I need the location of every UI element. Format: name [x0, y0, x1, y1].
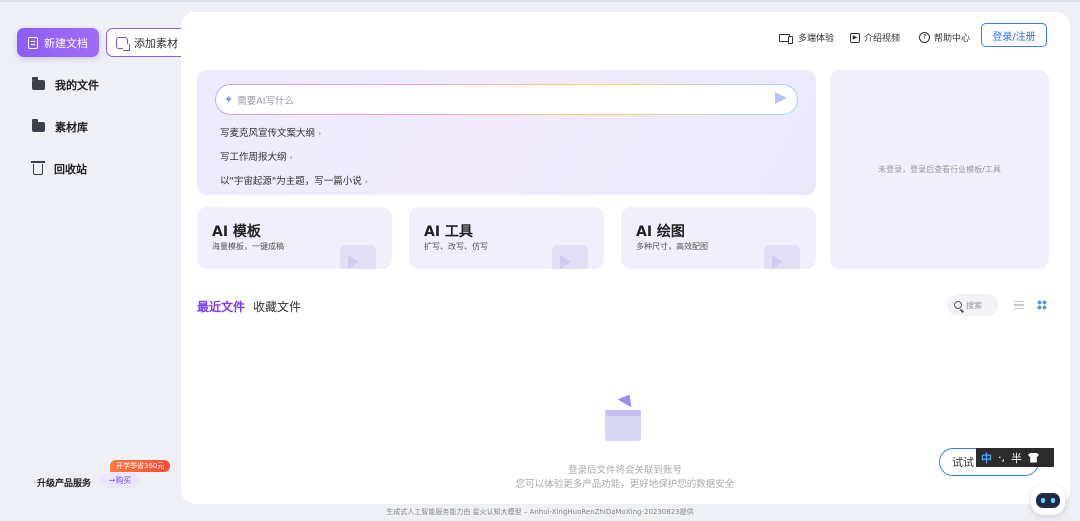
new-document-label: 新建文档	[44, 36, 88, 50]
send-icon[interactable]	[775, 92, 787, 104]
search-icon	[954, 301, 962, 309]
template-illustration-icon	[340, 245, 376, 269]
chevron-right-icon: ›	[289, 153, 293, 162]
prompt-suggestion[interactable]: 写工作周报大纲 ›	[220, 149, 293, 163]
chevron-right-icon: ›	[318, 129, 322, 138]
ai-template-card[interactable]: AI 模板 海量模板，一键成稿	[197, 207, 392, 269]
tool-card-subtitle: 多种尺寸，高效配图	[636, 242, 708, 251]
industry-templates-panel: 未登录，登录后查看行业模板/工具	[830, 70, 1049, 269]
search-placeholder: 搜索	[966, 300, 982, 310]
ime-toolbar[interactable]: 中 ·, 半	[976, 448, 1054, 467]
help-icon: ?	[919, 32, 930, 43]
drawing-illustration-icon	[764, 245, 800, 269]
help-center-label: 帮助中心	[934, 34, 971, 44]
chevron-right-icon: ›	[364, 177, 368, 186]
add-material-button[interactable]: 添加素材	[106, 28, 188, 57]
login-hint-text: 未登录，登录后查看行业模板/工具	[878, 165, 1001, 174]
folder-icon	[32, 119, 45, 132]
help-center-link[interactable]: ? 帮助中心	[919, 31, 970, 44]
ime-punctuation: ·,	[998, 451, 1005, 464]
play-icon: ▶	[850, 32, 860, 43]
ai-prompt-input[interactable]: ✦ 需要AI写什么	[215, 84, 798, 115]
file-search-input[interactable]: 搜索	[947, 294, 998, 316]
empty-state-line2: 您可以体验更多产品功能，更好地保护您的数据安全	[515, 479, 735, 490]
intro-video-label: 介绍视频	[864, 34, 901, 44]
add-material-icon	[116, 36, 130, 51]
prompt-suggestion[interactable]: 以"宇宙起源"为主题，写一篇小说 ›	[220, 173, 368, 187]
ai-drawing-card[interactable]: AI 绘图 多种尺寸，高效配图	[621, 207, 816, 269]
trash-icon	[31, 160, 45, 175]
tool-card-title: AI 绘图	[636, 224, 685, 240]
document-icon	[28, 36, 38, 49]
sidebar-item-my-files[interactable]: 我的文件	[32, 77, 99, 93]
tool-card-title: AI 模板	[212, 224, 261, 240]
login-register-button[interactable]: 登录/注册	[981, 23, 1047, 47]
tools-illustration-icon	[552, 245, 588, 269]
tab-favorite-files[interactable]: 收藏文件	[253, 298, 301, 315]
devices-icon	[779, 33, 793, 44]
intro-video-link[interactable]: ▶ 介绍视频	[850, 31, 900, 44]
list-view-icon[interactable]	[1014, 301, 1024, 309]
sidebar-item-recycle-bin[interactable]: 回收站	[31, 160, 87, 177]
empty-state-line1: 登录后文件将会关联到账号	[567, 465, 682, 476]
grid-view-icon[interactable]	[1037, 300, 1047, 310]
tool-card-subtitle: 海量模板，一键成稿	[212, 242, 284, 251]
prompt-suggestion[interactable]: 写麦克风宣传文案大纲 ›	[220, 125, 321, 139]
sidebar-item-label: 我的文件	[55, 79, 99, 92]
footer-disclaimer: 生成式人工智能服务能力由 星火认知大模型 – Anhui-XingHuoRenZ…	[386, 508, 694, 516]
ai-tools-card[interactable]: AI 工具 扩写、改写、仿写	[409, 207, 604, 269]
sidebar-item-material-library[interactable]: 素材库	[32, 119, 88, 135]
ime-mode: 中	[981, 451, 992, 465]
ime-width: 半	[1011, 451, 1022, 465]
new-document-button[interactable]: 新建文档	[17, 28, 99, 57]
tool-card-title: AI 工具	[424, 224, 473, 240]
tab-recent-files[interactable]: 最近文件	[197, 298, 246, 315]
empty-box-icon	[603, 390, 643, 442]
folder-icon	[32, 77, 45, 90]
add-material-label: 添加素材	[134, 36, 178, 50]
sidebar-item-label: 回收站	[54, 163, 87, 176]
sidebar-item-label: 素材库	[55, 121, 88, 134]
multi-device-link[interactable]: 多端体验	[779, 31, 834, 44]
ai-prompt-placeholder: 需要AI写什么	[237, 95, 295, 107]
tool-card-subtitle: 扩写、改写、仿写	[424, 242, 488, 251]
sparkle-icon: ✦	[224, 93, 234, 106]
skin-icon	[1028, 452, 1039, 463]
multi-device-label: 多端体验	[798, 34, 835, 44]
